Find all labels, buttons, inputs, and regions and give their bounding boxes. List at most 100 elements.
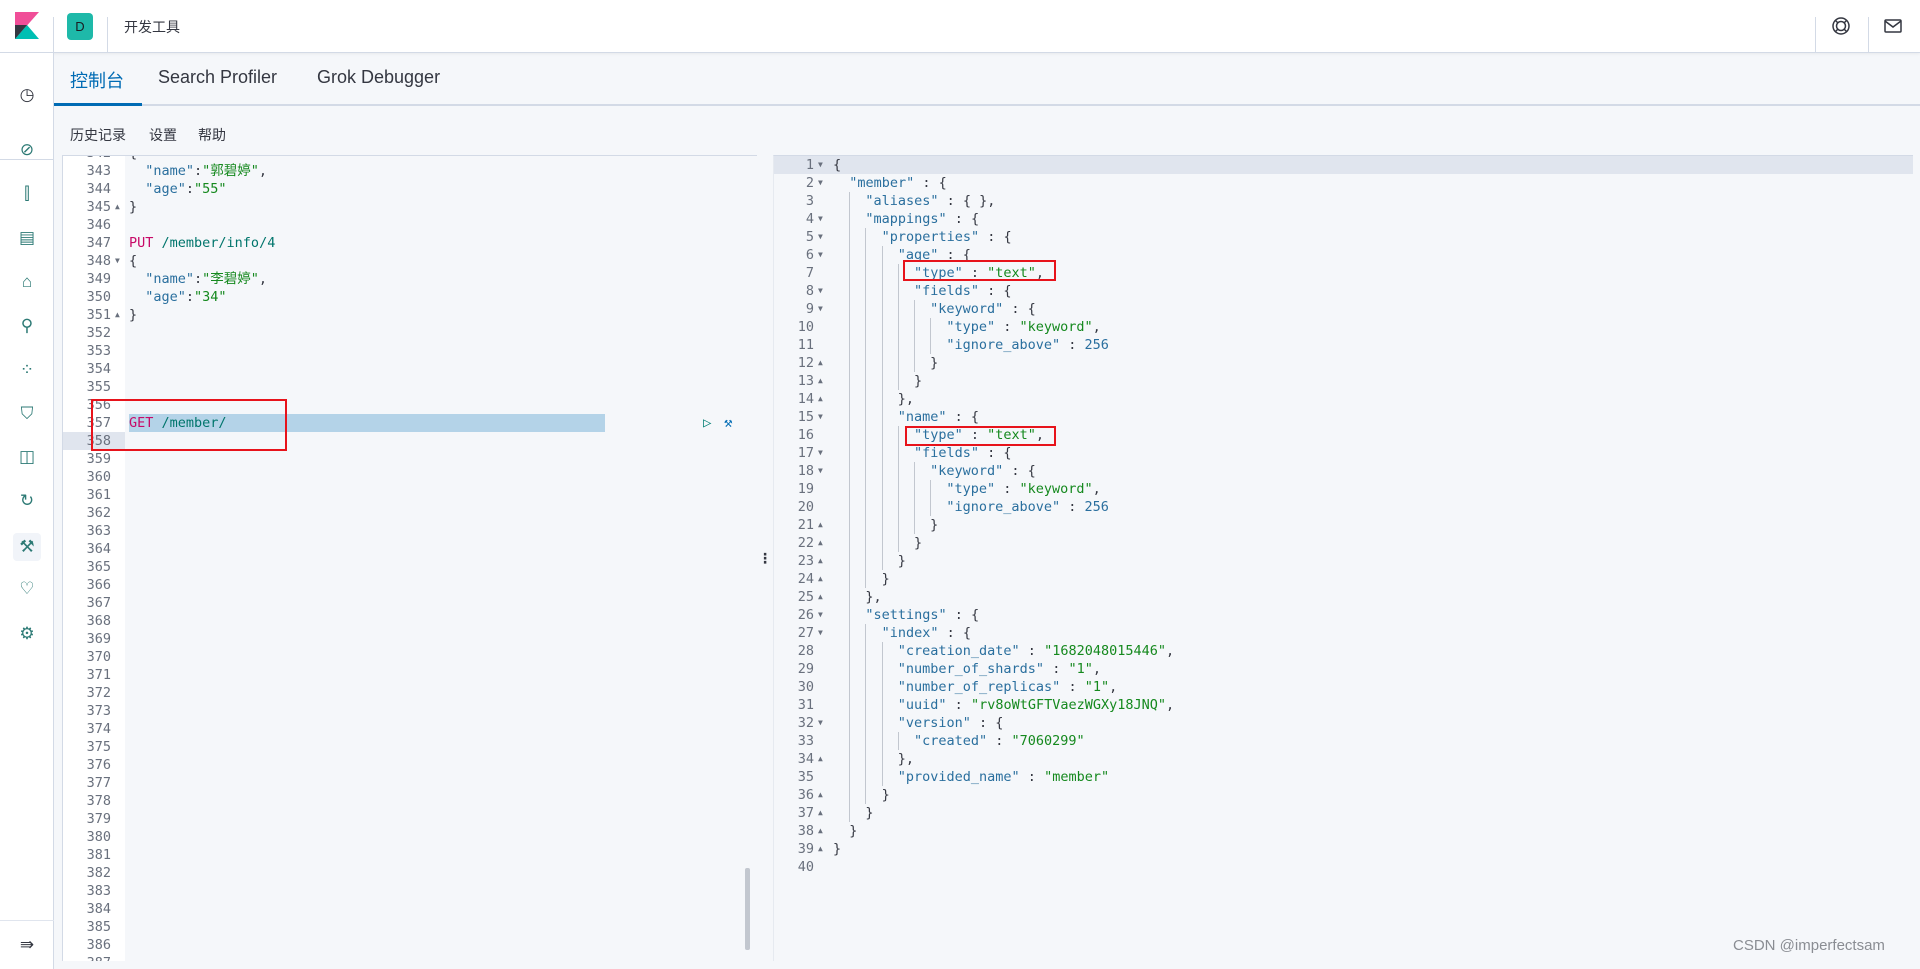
canvas-icon[interactable]: ⌂ xyxy=(13,268,41,296)
editor-line[interactable]: 365 xyxy=(63,558,757,576)
help-lifebuoy-icon[interactable] xyxy=(1830,15,1852,37)
editor-line[interactable]: 382 xyxy=(63,864,757,882)
editor-line[interactable]: 372 xyxy=(63,684,757,702)
fold-open-icon[interactable]: ▼ xyxy=(818,210,823,228)
fold-close-icon[interactable]: ▲ xyxy=(818,372,823,390)
dashboard-icon[interactable]: ▤ xyxy=(13,224,41,252)
tab-console[interactable]: 控制台 xyxy=(70,67,124,93)
fold-open-icon[interactable]: ▼ xyxy=(818,462,823,480)
editor-line[interactable]: 363 xyxy=(63,522,757,540)
editor-line[interactable]: 376 xyxy=(63,756,757,774)
editor-line[interactable]: 386 xyxy=(63,936,757,954)
fold-open-icon[interactable]: ▼ xyxy=(818,282,823,300)
editor-line[interactable]: 370 xyxy=(63,648,757,666)
fold-close-icon[interactable]: ▲ xyxy=(818,786,823,804)
editor-line[interactable]: 383 xyxy=(63,882,757,900)
fold-close-icon[interactable]: ▲ xyxy=(818,840,823,858)
fold-open-icon[interactable]: ▼ xyxy=(818,156,823,174)
editor-line[interactable]: 350 "age":"34" xyxy=(63,288,757,306)
editor-line[interactable]: 349 "name":"李碧婷", xyxy=(63,270,757,288)
fold-open-icon[interactable]: ▼ xyxy=(818,606,823,624)
editor-line[interactable]: 366 xyxy=(63,576,757,594)
editor-line[interactable]: 368 xyxy=(63,612,757,630)
fold-open-icon[interactable]: ▼ xyxy=(818,444,823,462)
editor-line[interactable]: 346 xyxy=(63,216,757,234)
fold-close-icon[interactable]: ▲ xyxy=(115,198,120,216)
fold-open-icon[interactable]: ▼ xyxy=(818,228,823,246)
visualize-chart-icon[interactable]: ⫿ xyxy=(13,180,41,208)
editor-line[interactable]: 355 xyxy=(63,378,757,396)
editor-line[interactable]: 381 xyxy=(63,846,757,864)
request-editor-scrollbar[interactable] xyxy=(745,868,750,950)
editor-line[interactable]: 373 xyxy=(63,702,757,720)
fold-close-icon[interactable]: ▲ xyxy=(818,534,823,552)
editor-line[interactable]: 369 xyxy=(63,630,757,648)
editor-line[interactable]: 352 xyxy=(63,324,757,342)
space-avatar[interactable]: D xyxy=(67,13,93,40)
editor-line[interactable]: 342 ▼ { xyxy=(63,156,757,162)
request-editor[interactable]: 342▼{343"name":"郭碧婷",344"age":"55"345▲}3… xyxy=(62,155,757,961)
fold-open-icon[interactable]: ▼ xyxy=(818,714,823,732)
discover-compass-icon[interactable]: ⊘ xyxy=(13,136,41,164)
fold-open-icon[interactable]: ▼ xyxy=(115,156,120,162)
fold-close-icon[interactable]: ▲ xyxy=(818,804,823,822)
send-request-play-icon[interactable]: ▷ xyxy=(703,414,711,432)
editor-line[interactable]: 387 xyxy=(63,954,757,961)
editor-line[interactable]: 344 "age":"55" xyxy=(63,180,757,198)
fold-open-icon[interactable]: ▼ xyxy=(818,624,823,642)
fold-open-icon[interactable]: ▼ xyxy=(818,408,823,426)
maps-icon[interactable]: ⚲ xyxy=(13,312,41,340)
editor-line[interactable]: 379 xyxy=(63,810,757,828)
editor-line[interactable]: 347 PUT /member/info/4 xyxy=(63,234,757,252)
fold-close-icon[interactable]: ▲ xyxy=(818,588,823,606)
mail-icon[interactable] xyxy=(1882,15,1904,37)
fold-close-icon[interactable]: ▲ xyxy=(818,516,823,534)
editor-line[interactable]: 378 xyxy=(63,792,757,810)
editor-line[interactable]: 359 xyxy=(63,450,757,468)
management-gear-icon[interactable]: ⚙ xyxy=(13,620,41,648)
uptime-icon[interactable]: ↻ xyxy=(13,487,41,515)
fold-close-icon[interactable]: ▲ xyxy=(818,390,823,408)
editor-line[interactable]: 348 ▼ { xyxy=(63,252,757,270)
fold-close-icon[interactable]: ▲ xyxy=(818,570,823,588)
history-button[interactable]: 历史记录 xyxy=(70,125,126,145)
editor-line[interactable]: 343 "name":"郭碧婷", xyxy=(63,162,757,180)
apm-icon[interactable]: ◫ xyxy=(13,443,41,471)
fold-open-icon[interactable]: ▼ xyxy=(818,174,823,192)
editor-line[interactable]: 377 xyxy=(63,774,757,792)
wrench-actions-icon[interactable]: ⚒ xyxy=(724,414,732,432)
fold-close-icon[interactable]: ▲ xyxy=(818,354,823,372)
fold-open-icon[interactable]: ▼ xyxy=(818,246,823,264)
editor-line[interactable]: 384 xyxy=(63,900,757,918)
editor-line[interactable]: 385 xyxy=(63,918,757,936)
fold-close-icon[interactable]: ▲ xyxy=(818,552,823,570)
settings-button[interactable]: 设置 xyxy=(149,125,177,145)
tab-search-profiler[interactable]: Search Profiler xyxy=(158,67,277,88)
editor-line[interactable]: 371 xyxy=(63,666,757,684)
ml-icon[interactable]: ⁘ xyxy=(13,356,41,384)
fold-close-icon[interactable]: ▲ xyxy=(818,822,823,840)
kibana-logo-icon[interactable] xyxy=(15,12,39,39)
editor-line[interactable]: 367 xyxy=(63,594,757,612)
editor-line[interactable]: 375 xyxy=(63,738,757,756)
editor-line[interactable]: 351 ▲} xyxy=(63,306,757,324)
fold-close-icon[interactable]: ▲ xyxy=(818,750,823,768)
editor-line[interactable]: 380 xyxy=(63,828,757,846)
editor-line[interactable]: 362 xyxy=(63,504,757,522)
help-button[interactable]: 帮助 xyxy=(198,125,226,145)
editor-line[interactable]: 361 xyxy=(63,486,757,504)
collapse-nav-icon[interactable]: ⇛ xyxy=(13,931,41,959)
tab-grok-debugger[interactable]: Grok Debugger xyxy=(317,67,440,88)
fold-close-icon[interactable]: ▲ xyxy=(115,306,120,324)
editor-line[interactable]: 354 xyxy=(63,360,757,378)
editor-line[interactable]: 345 ▲} xyxy=(63,198,757,216)
editor-line[interactable]: 364 xyxy=(63,540,757,558)
fold-open-icon[interactable]: ▼ xyxy=(818,300,823,318)
dev-tools-icon[interactable]: ⚒ xyxy=(13,533,41,561)
siem-icon[interactable]: ⛉ xyxy=(13,400,41,428)
editor-line[interactable]: 353 xyxy=(63,342,757,360)
fold-open-icon[interactable]: ▼ xyxy=(115,252,120,270)
editor-line[interactable]: 374 xyxy=(63,720,757,738)
recent-clock-icon[interactable]: ◷ xyxy=(13,81,41,109)
editor-line[interactable]: 360 xyxy=(63,468,757,486)
